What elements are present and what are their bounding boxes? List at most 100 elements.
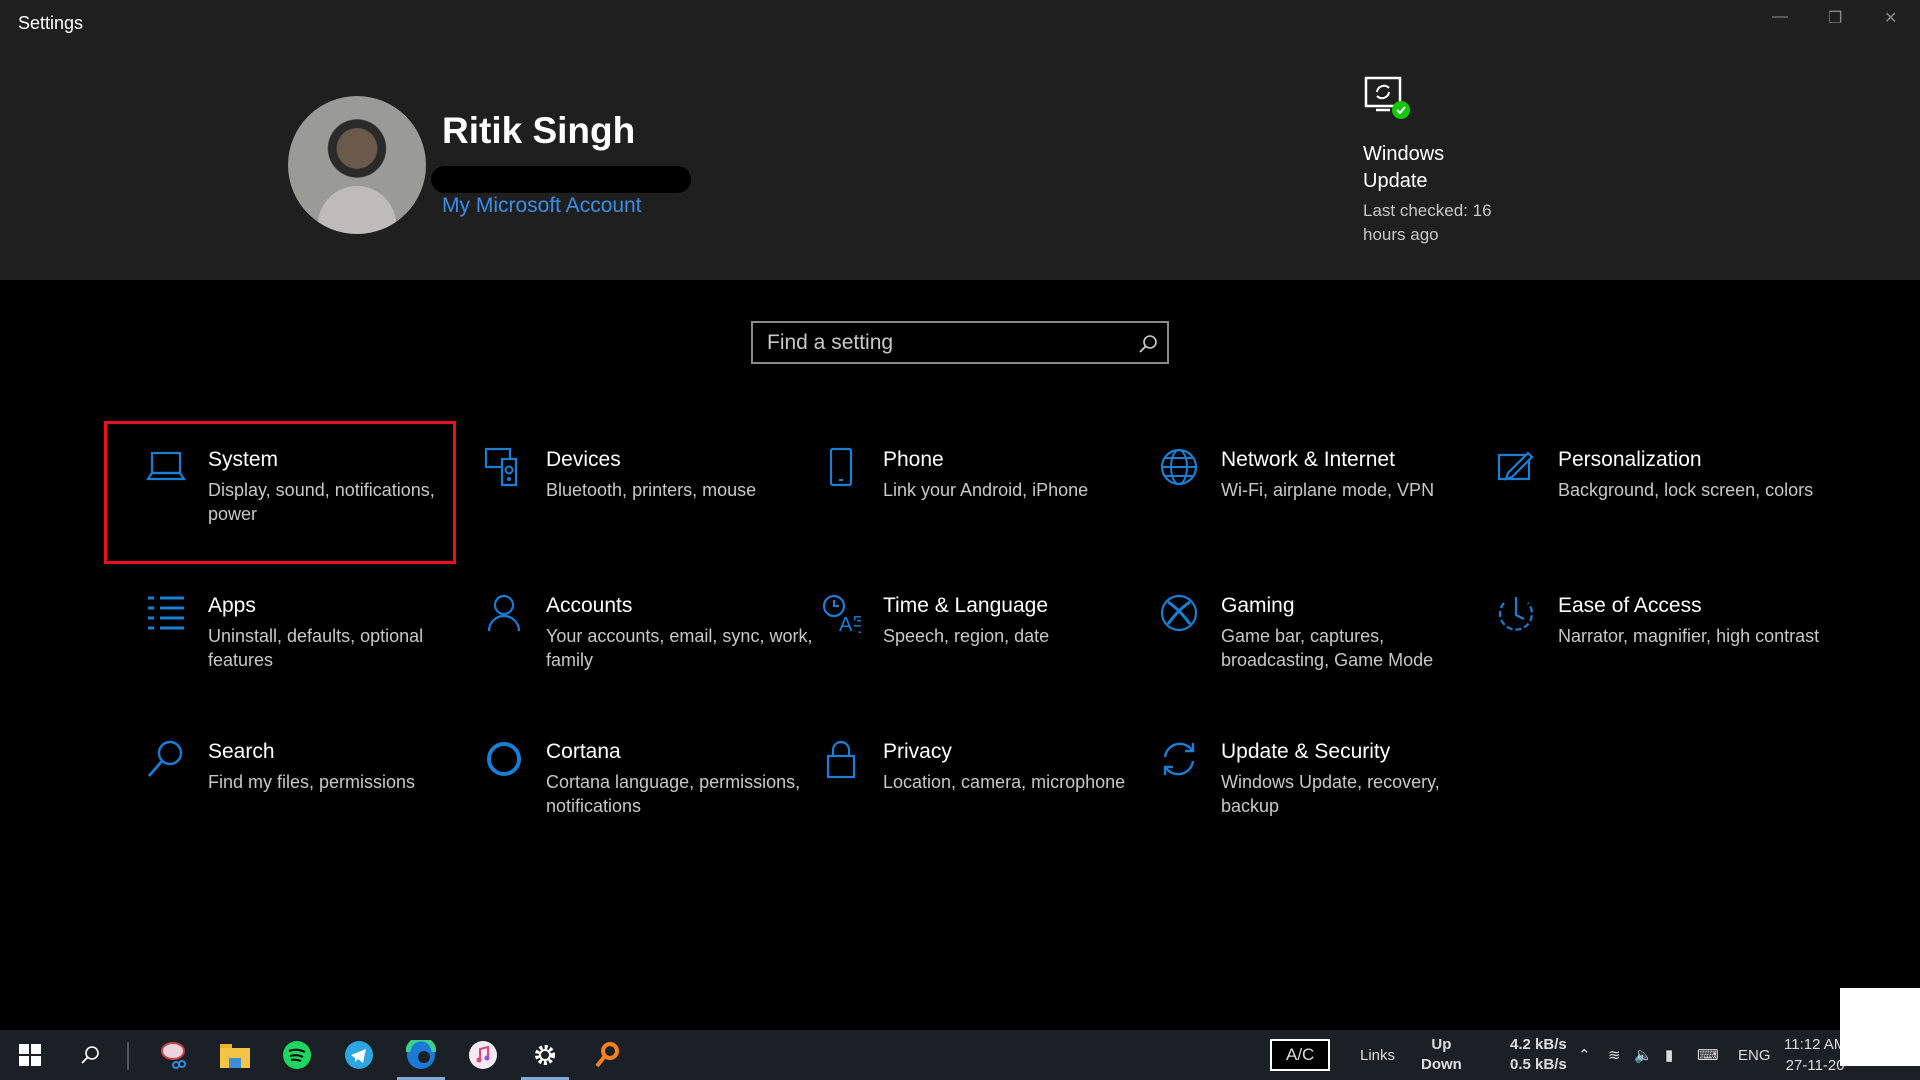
wifi-icon[interactable]: ≋ xyxy=(1608,1030,1621,1080)
avatar xyxy=(288,96,426,234)
ease-of-access-icon xyxy=(1498,597,1534,631)
file-explorer-icon[interactable] xyxy=(205,1030,265,1080)
tile-title: Phone xyxy=(883,448,944,471)
personalization-icon xyxy=(1497,451,1534,481)
divider xyxy=(127,1042,129,1070)
tile-title: Accounts xyxy=(546,594,633,617)
tile-search[interactable]: Search Find my files, permissions xyxy=(146,739,476,879)
tile-title: Update & Security xyxy=(1221,740,1391,763)
restore-button[interactable]: ❐ xyxy=(1828,8,1842,28)
tile-title: Privacy xyxy=(883,740,952,763)
tile-description: Link your Android, iPhone xyxy=(883,480,1089,500)
tile-system[interactable]: System Display, sound, notifications, po… xyxy=(146,447,476,587)
tile-title: Time & Language xyxy=(883,594,1048,617)
taskbar: A/C Links Up Down 4.2 kB/s 0.5 kB/s ⌃ ≋ 🔈 … xyxy=(0,1030,1920,1080)
up-label: Up xyxy=(1431,1036,1452,1053)
profile-name: Ritik Singh xyxy=(442,110,636,151)
tile-description: Find my files, permissions xyxy=(208,772,416,792)
net-speeds: 4.2 kB/s 0.5 kB/s xyxy=(1510,1030,1567,1080)
tile-network-internet[interactable]: Network & Internet Wi-Fi, airplane mode,… xyxy=(1159,447,1489,587)
battery-icon[interactable]: ▮ xyxy=(1665,1030,1673,1080)
tile-description: Speech, region, date xyxy=(883,626,1050,646)
search-everything-icon[interactable] xyxy=(577,1030,637,1080)
tile-devices[interactable]: Devices Bluetooth, printers, mouse xyxy=(484,447,814,587)
tile-title: Personalization xyxy=(1558,448,1702,471)
tile-description: Display, sound, notifications, power xyxy=(208,480,435,524)
tile-description: Location, camera, microphone xyxy=(883,772,1126,792)
windows-update-status: Last checked: 16 hours ago xyxy=(1363,201,1492,244)
date: 27-11-20 xyxy=(1785,1057,1845,1074)
globe-icon xyxy=(1160,448,1198,486)
devices-icon xyxy=(484,447,518,487)
white-overlay-box xyxy=(1840,988,1920,1066)
start-icon[interactable] xyxy=(0,1030,60,1080)
tile-apps[interactable]: Apps Uninstall, defaults, optional featu… xyxy=(146,593,476,733)
edge-icon[interactable] xyxy=(391,1030,451,1080)
snip-sketch-icon[interactable] xyxy=(143,1030,203,1080)
search-icon xyxy=(147,740,183,777)
tile-description: Your accounts, email, sync, work, family xyxy=(546,626,813,670)
chevron-up-icon[interactable]: ⌃ xyxy=(1578,1030,1591,1080)
tile-title: Network & Internet xyxy=(1221,448,1395,471)
itunes-icon[interactable] xyxy=(453,1030,513,1080)
time: 11:12 AM xyxy=(1784,1036,1847,1053)
close-button[interactable]: ✕ xyxy=(1884,8,1897,28)
apps-list-icon xyxy=(148,596,184,630)
redacted-email xyxy=(431,166,691,193)
language-indicator[interactable]: ENG xyxy=(1738,1030,1771,1080)
tile-title: Devices xyxy=(546,448,621,471)
power-status[interactable]: A/C xyxy=(1270,1039,1331,1071)
telegram-icon[interactable] xyxy=(329,1030,389,1080)
tile-description: Narrator, magnifier, high contrast xyxy=(1558,626,1820,646)
tile-time-language[interactable]: A字 Time & Language Speech, region, date xyxy=(821,593,1151,733)
tile-gaming[interactable]: Gaming Game bar, captures, broadcasting,… xyxy=(1159,593,1489,733)
phone-icon xyxy=(829,447,853,487)
tile-description: Background, lock screen, colors xyxy=(1558,480,1814,500)
tile-title: Gaming xyxy=(1221,594,1295,617)
tile-description: Uninstall, defaults, optional features xyxy=(208,626,424,670)
window-title: Settings xyxy=(18,13,84,33)
search-icon[interactable] xyxy=(1137,333,1159,355)
spotify-icon[interactable] xyxy=(267,1030,327,1080)
volume-icon[interactable]: 🔈 xyxy=(1634,1030,1653,1080)
tile-cortana[interactable]: Cortana Cortana language, permissions, n… xyxy=(484,739,814,879)
tile-title: Apps xyxy=(208,594,256,617)
minimize-button[interactable]: — xyxy=(1772,8,1788,26)
tile-description: Cortana language, permissions, notificat… xyxy=(546,772,801,816)
tile-privacy[interactable]: Privacy Location, camera, microphone xyxy=(821,739,1151,879)
tile-phone[interactable]: Phone Link your Android, iPhone xyxy=(821,447,1151,587)
lock-icon xyxy=(826,740,856,779)
tile-description: Game bar, captures, broadcasting, Game M… xyxy=(1221,626,1434,670)
windows-update-icon[interactable] xyxy=(1364,74,1412,122)
net-labels: Up Down xyxy=(1421,1030,1462,1080)
tile-ease-of-access[interactable]: Ease of Access Narrator, magnifier, high… xyxy=(1496,593,1826,733)
windows-update-title[interactable]: Windows Update xyxy=(1363,141,1483,195)
tile-description: Bluetooth, printers, mouse xyxy=(546,480,757,500)
tile-description: Wi-Fi, airplane mode, VPN xyxy=(1221,480,1435,500)
up-speed: 4.2 kB/s xyxy=(1510,1036,1567,1053)
tile-title: System xyxy=(208,448,279,471)
svg-text:A字: A字 xyxy=(839,613,861,633)
sync-icon xyxy=(1163,742,1195,776)
tile-title: Search xyxy=(208,740,275,763)
tile-description: Windows Update, recovery, backup xyxy=(1221,772,1440,816)
tile-update-security[interactable]: Update & Security Windows Update, recove… xyxy=(1159,739,1489,879)
links-toolbar[interactable]: Links xyxy=(1360,1030,1395,1080)
my-microsoft-account-link[interactable]: My Microsoft Account xyxy=(442,194,642,218)
search-icon[interactable] xyxy=(60,1030,120,1080)
laptop-icon xyxy=(146,451,186,481)
down-speed: 0.5 kB/s xyxy=(1510,1056,1567,1073)
find-setting-search-box[interactable] xyxy=(751,321,1169,364)
keyboard-icon[interactable]: ⌨ xyxy=(1697,1030,1719,1080)
tile-personalization[interactable]: Personalization Background, lock screen,… xyxy=(1496,447,1826,587)
cortana-icon xyxy=(487,742,521,776)
settings-icon[interactable] xyxy=(515,1030,575,1080)
time-language-icon: A字 xyxy=(822,594,861,633)
search-input[interactable] xyxy=(767,331,1127,355)
clock[interactable]: 11:12 AM 27-11-20 xyxy=(1784,1030,1846,1080)
tile-accounts[interactable]: Accounts Your accounts, email, sync, wor… xyxy=(484,593,814,733)
down-label: Down xyxy=(1421,1056,1462,1073)
xbox-icon xyxy=(1160,594,1198,632)
header xyxy=(0,0,1920,280)
tile-title: Ease of Access xyxy=(1558,594,1702,617)
